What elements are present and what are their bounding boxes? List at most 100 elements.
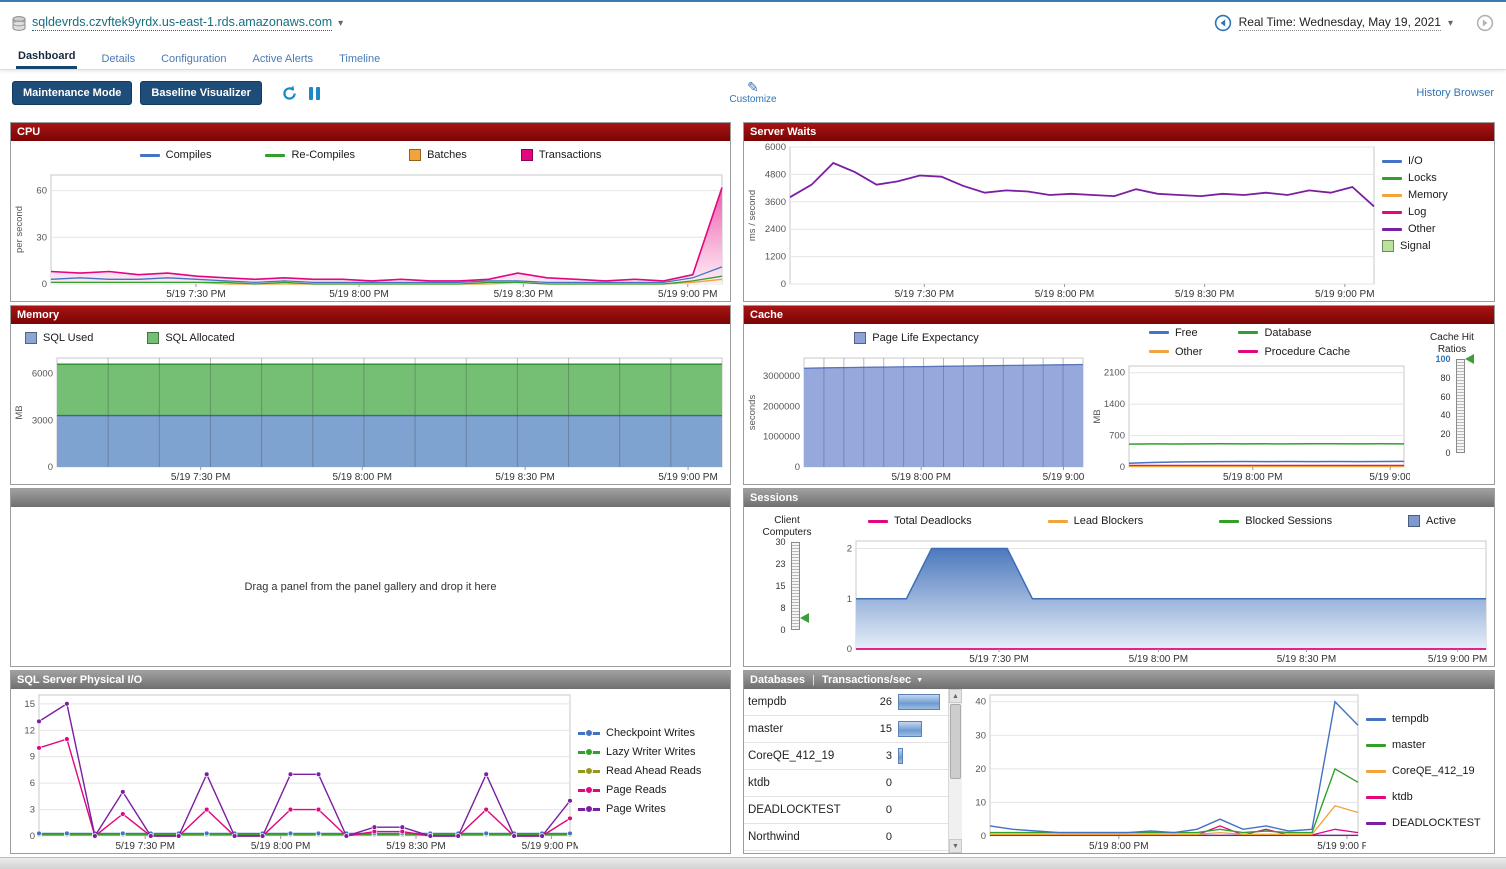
- svg-text:5/19 9:00: 5/19 9:00: [1369, 472, 1410, 483]
- panel-header-physical-io[interactable]: SQL Server Physical I/O: [11, 671, 730, 689]
- legend-swatch: [1366, 821, 1386, 825]
- db-row-northwind[interactable]: Northwind 0: [744, 824, 948, 851]
- pencil-icon: ✎: [747, 79, 759, 95]
- baseline-visualizer-button[interactable]: Baseline Visualizer: [140, 81, 262, 105]
- horizontal-scrollbar[interactable]: [0, 857, 1506, 869]
- metric-dropdown[interactable]: Transactions/sec: [822, 674, 911, 686]
- svg-text:1000000: 1000000: [763, 432, 800, 443]
- svg-text:2000000: 2000000: [763, 401, 800, 412]
- gauge-pointer-icon: [1464, 354, 1474, 364]
- cpu-legend: Compiles Re-Compiles Batches Transactions: [11, 141, 730, 169]
- tab-active-alerts[interactable]: Active Alerts: [251, 49, 316, 69]
- realtime-label[interactable]: Real Time: Wednesday, May 19, 2021: [1238, 15, 1441, 31]
- panel-header-sessions[interactable]: Sessions: [744, 489, 1494, 507]
- cache-memory-chart[interactable]: 0 700 1400 2100 5/19 8:00 PM 5/19 9:00 MB: [1089, 360, 1412, 484]
- svg-text:0: 0: [1120, 462, 1125, 473]
- panel-header-empty[interactable]: [11, 489, 730, 507]
- page-life-expectancy-legend: Page Life Expectancy: [744, 324, 1089, 352]
- svg-text:5/19 7:30 PM: 5/19 7:30 PM: [115, 841, 174, 852]
- db-row-master[interactable]: master 15: [744, 716, 948, 743]
- svg-text:5/19 7:30 PM: 5/19 7:30 PM: [166, 289, 225, 300]
- legend-swatch: [1382, 240, 1394, 252]
- svg-text:6: 6: [30, 778, 35, 789]
- legend-label: tempdb: [1392, 713, 1429, 725]
- server-selector[interactable]: sqldevrds.czvftek9yrdx.us-east-1.rds.ama…: [12, 15, 343, 31]
- db-row-ktdb[interactable]: ktdb 0: [744, 770, 948, 797]
- database-list-scrollbar[interactable]: ▲ ▼: [948, 689, 962, 853]
- customize-button[interactable]: ✎ Customize: [729, 79, 776, 105]
- panel-drop-zone[interactable]: Drag a panel from the panel gallery and …: [11, 507, 730, 666]
- panel-title: Server Waits: [750, 126, 817, 138]
- history-forward-icon[interactable]: [1476, 14, 1494, 32]
- legend-swatch: [578, 748, 600, 757]
- caret-down-icon[interactable]: ▼: [916, 677, 923, 684]
- db-bar: [898, 693, 944, 711]
- panel-header-databases[interactable]: Databases | Transactions/sec ▼: [744, 671, 1494, 689]
- svg-text:5/19 8:00 PM: 5/19 8:00 PM: [1035, 289, 1094, 300]
- db-row-deadlocktest[interactable]: DEADLOCKTEST 0: [744, 797, 948, 824]
- panel-title: Memory: [17, 309, 60, 321]
- scrollbar-thumb[interactable]: [950, 704, 961, 779]
- legend-label: Transactions: [538, 149, 602, 161]
- legend-item-i-o: I/O: [1382, 155, 1494, 167]
- legend-swatch: [578, 805, 600, 814]
- physical-io-chart[interactable]: 0 3 6 9 12 15 5/19 7:30 PM 5/19 8:00 PM 5/19 8:3…: [11, 689, 581, 853]
- refresh-icon[interactable]: [280, 84, 299, 103]
- svg-text:seconds: seconds: [747, 395, 758, 431]
- panel-header-cpu[interactable]: CPU: [11, 123, 730, 141]
- legend-swatch: [1382, 159, 1402, 163]
- gauge-label: 23: [775, 559, 786, 569]
- gauge-label: 15: [775, 581, 786, 591]
- legend-item-sql-allocated: SQL Allocated: [147, 332, 235, 344]
- legend-item-database: Database: [1238, 326, 1350, 340]
- databases-chart[interactable]: 0 10 20 30 40 5/19 8:00 PM 5/19 9:00 PM: [962, 689, 1377, 853]
- svg-text:5/19 8:30 PM: 5/19 8:30 PM: [494, 289, 553, 300]
- legend-swatch: [1382, 210, 1402, 214]
- legend-label: I/O: [1408, 155, 1423, 167]
- scroll-down-icon[interactable]: ▼: [949, 839, 962, 853]
- panel-header-memory[interactable]: Memory: [11, 306, 730, 324]
- db-row-tempdb[interactable]: tempdb 26: [744, 689, 948, 716]
- legend-swatch: [578, 729, 600, 738]
- scroll-up-icon[interactable]: ▲: [949, 689, 962, 703]
- gauge-label: 0: [1445, 448, 1451, 458]
- sessions-chart[interactable]: 0 1 2 5/19 7:30 PM 5/19 8:00 PM 5/19 8:30 PM 5…: [830, 535, 1494, 666]
- legend-swatch: [578, 786, 600, 795]
- tab-dashboard[interactable]: Dashboard: [16, 46, 78, 69]
- gauge-title: Client Computers: [762, 515, 812, 538]
- page-life-expectancy-chart[interactable]: 0 1000000 2000000 3000000 5/19 8:00 PM 5/19 9…: [744, 352, 1089, 484]
- tab-details[interactable]: Details: [99, 49, 137, 69]
- panel-cpu: CPU Compiles Re-Compiles Batches Transactio…: [10, 122, 731, 302]
- db-value: 0: [885, 831, 892, 843]
- server-waits-chart[interactable]: 0 1200 2400 3600 4800 6000 5/19 7:30 PM 5/19 8:…: [744, 141, 1382, 301]
- header-separator: |: [812, 674, 815, 686]
- cpu-chart[interactable]: 0 30 60 5/19 7:30 PM 5/19 8:00 PM 5/19 8:30 P…: [11, 169, 730, 301]
- pause-icon[interactable]: [308, 86, 320, 100]
- gauge-title: Cache Hit Ratios: [1430, 332, 1474, 355]
- svg-text:4800: 4800: [765, 169, 786, 180]
- legend-swatch: [25, 332, 37, 344]
- svg-text:6000: 6000: [32, 369, 53, 380]
- tab-configuration[interactable]: Configuration: [159, 49, 228, 69]
- history-browser-link[interactable]: History Browser: [1416, 87, 1494, 99]
- legend-swatch: [1238, 331, 1259, 334]
- scrollbar-track[interactable]: [949, 703, 962, 839]
- db-row-coreqe_412_19[interactable]: CoreQE_412_19 3: [744, 743, 948, 770]
- panel-header-server-waits[interactable]: Server Waits: [744, 123, 1494, 141]
- svg-text:5/19 7:30 PM: 5/19 7:30 PM: [895, 289, 954, 300]
- chevron-down-icon[interactable]: ▾: [1448, 18, 1453, 29]
- memory-chart[interactable]: 0 3000 6000 5/19 7:30 PM 5/19 8:00 PM 5/19 8:…: [11, 352, 730, 484]
- history-back-icon[interactable]: [1214, 14, 1232, 32]
- gauge-label: 100: [1435, 354, 1451, 364]
- legend-swatch: [1219, 519, 1240, 523]
- svg-text:1200: 1200: [765, 252, 786, 263]
- legend-item-log: Log: [1382, 206, 1494, 218]
- panel-header-cache[interactable]: Cache: [744, 306, 1494, 324]
- legend-item-active: Active: [1408, 515, 1456, 527]
- tab-timeline[interactable]: Timeline: [337, 49, 382, 69]
- svg-text:5/19 9:00 PM: 5/19 9:00 PM: [1315, 289, 1374, 300]
- maintenance-mode-button[interactable]: Maintenance Mode: [12, 81, 133, 105]
- realtime-selector: Real Time: Wednesday, May 19, 2021 ▾: [1214, 14, 1494, 32]
- svg-text:5/19 9:00 PM: 5/19 9:00 PM: [1317, 841, 1366, 852]
- db-value: 3: [885, 750, 892, 762]
